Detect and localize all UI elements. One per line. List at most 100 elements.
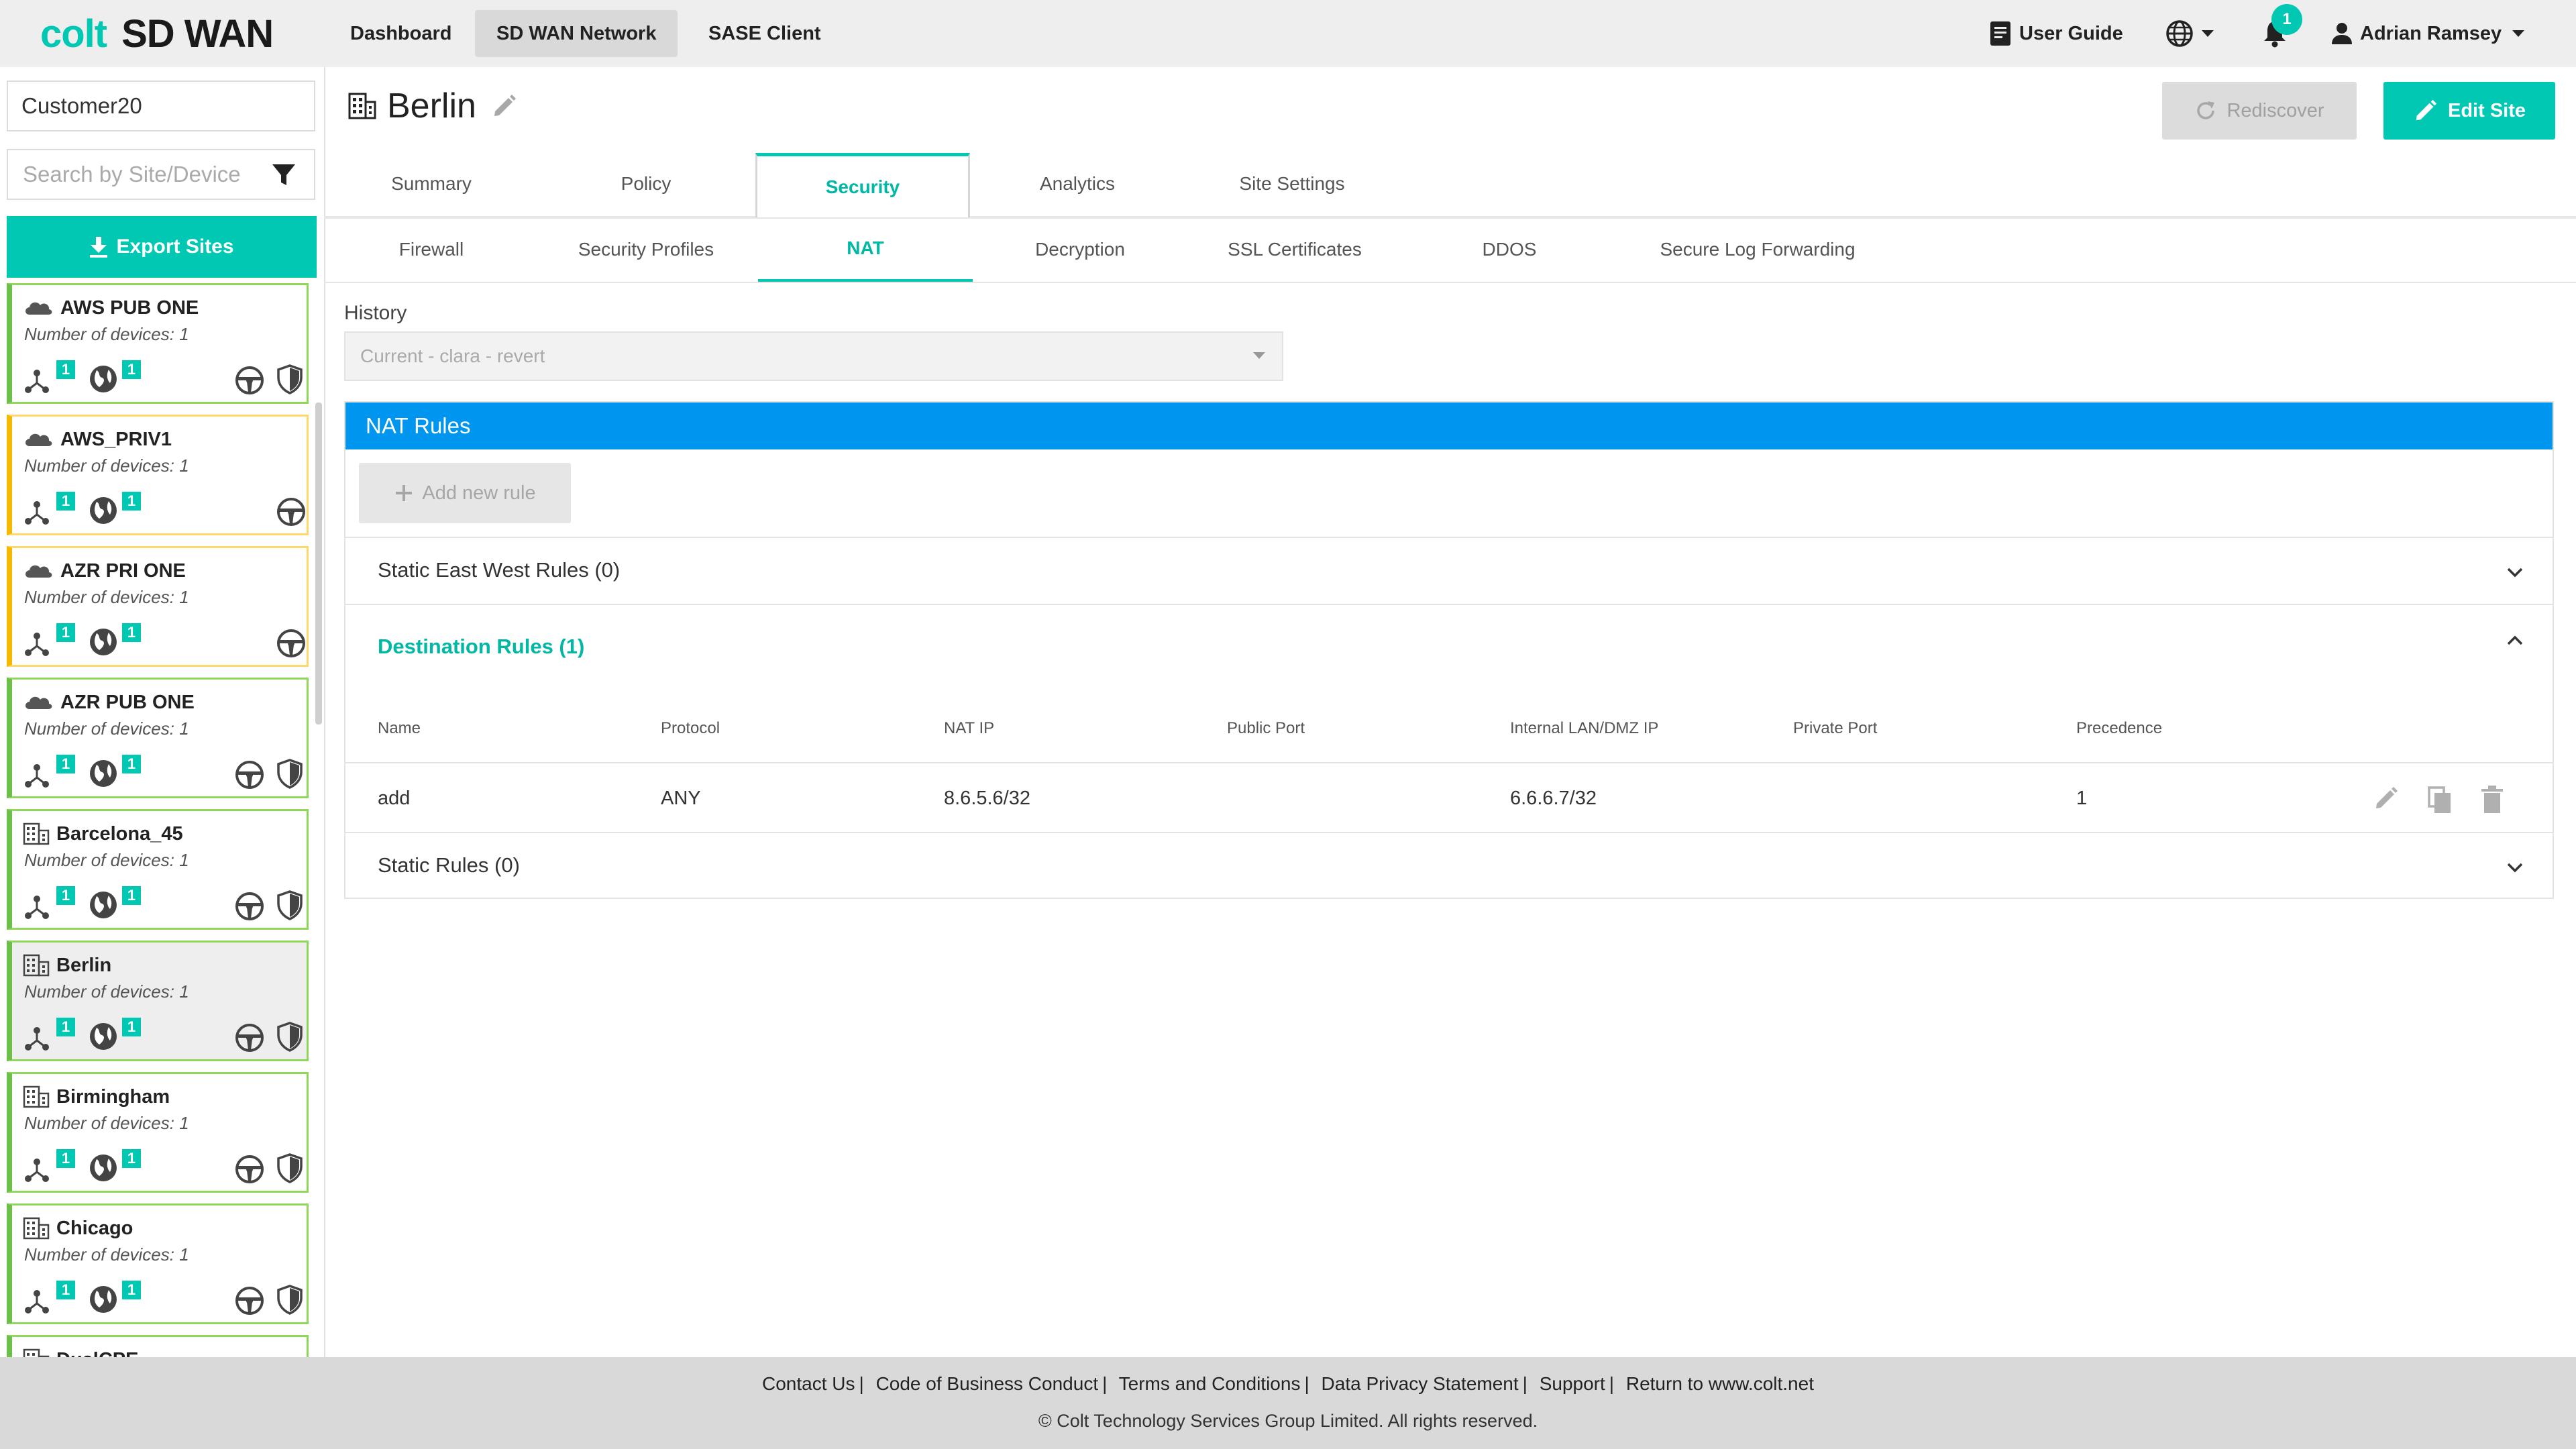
copy-rule-icon[interactable] [2426,785,2453,814]
user-icon [2332,23,2352,44]
subtab-decryption[interactable]: Decryption [973,217,1187,282]
add-new-rule-button[interactable]: Add new rule [359,463,571,523]
history-value: Current - clara - revert [360,345,545,366]
subtab-ddos[interactable]: DDOS [1402,217,1617,282]
internet-globe-icon [90,1155,117,1181]
nav-sd-wan-network[interactable]: SD WAN Network [475,10,678,57]
footer-link-code-of-conduct[interactable]: Code of Business Conduct [876,1373,1099,1394]
shield-icon[interactable] [276,364,303,395]
footer-links: Contact Us | Code of Business Conduct | Te… [762,1373,1814,1394]
wan-link-count: 1 [56,1018,75,1036]
pencil-icon[interactable] [491,93,518,119]
site-card[interactable]: Barcelona_45 Number of devices: 111 [7,809,309,930]
internet-link-count: 1 [122,1149,141,1168]
site-card[interactable]: AWS PUB ONE Number of devices: 111 [7,283,309,404]
wan-link-count: 1 [56,886,75,905]
subtab-firewall[interactable]: Firewall [324,217,539,282]
steering-wheel-icon[interactable] [235,1023,264,1053]
static-rules-section[interactable]: Static Rules (0) [345,832,2553,899]
footer-link-colt-net[interactable]: Return to www.colt.net [1626,1373,1814,1394]
user-menu[interactable]: Adrian Ramsey [2330,0,2526,67]
site-card[interactable]: AZR PRI ONE Number of devices: 111 [7,546,309,667]
internet-globe-icon [90,1023,117,1050]
user-guide-link[interactable]: User Guide [1988,0,2123,67]
book-icon [1990,21,2010,46]
site-card-title: DualCPE [23,1348,138,1357]
steering-wheel-icon[interactable] [235,366,264,395]
tab-summary[interactable]: Summary [324,152,539,216]
static-east-west-section[interactable]: Static East West Rules (0) [345,537,2553,604]
steering-wheel-icon[interactable] [276,629,306,658]
internet-link-count: 1 [122,1018,141,1036]
steering-wheel-icon[interactable] [235,1286,264,1316]
delete-rule-icon[interactable] [2480,785,2504,814]
internet-link-count: 1 [122,360,141,379]
top-nav-bar: colt SD WAN Dashboard SD WAN Network SAS… [0,0,2576,67]
subtab-security-profiles[interactable]: Security Profiles [539,217,753,282]
site-title-text: Berlin [387,87,476,125]
edit-site-button[interactable]: Edit Site [2383,82,2555,140]
shield-icon[interactable] [276,759,303,790]
notifications-count-badge: 1 [2271,4,2302,35]
site-device-count: Number of devices: 1 [24,587,189,607]
logo-product-text: SD WAN [121,11,274,56]
nav-sase-client[interactable]: SASE Client [687,10,843,57]
export-sites-button[interactable]: Export Sites [7,216,317,278]
caret-down-icon [1253,352,1265,359]
tab-security[interactable]: Security [755,153,970,217]
subtab-nat[interactable]: NAT [758,217,973,282]
chevron-down-icon[interactable] [2506,566,2524,578]
footer-link-privacy[interactable]: Data Privacy Statement [1322,1373,1519,1394]
footer-link-support[interactable]: Support [1540,1373,1605,1394]
site-card[interactable]: DualCPE [7,1335,309,1357]
chevron-down-icon[interactable] [2506,861,2524,873]
steering-wheel-icon[interactable] [276,497,306,527]
internet-globe-icon [90,497,117,524]
site-card[interactable]: Chicago Number of devices: 111 [7,1203,309,1324]
filter-icon[interactable] [271,162,297,188]
footer-link-contact-us[interactable]: Contact Us [762,1373,855,1394]
site-card[interactable]: AWS_PRIV1 Number of devices: 111 [7,415,309,535]
site-name: Birmingham [56,1085,170,1108]
internet-link-count: 1 [122,755,141,773]
colt-logo[interactable]: colt SD WAN [40,11,274,56]
logo-colt-text: colt [40,11,107,56]
steering-wheel-icon[interactable] [235,760,264,790]
steering-wheel-icon[interactable] [235,1155,264,1184]
subtab-ssl-certificates[interactable]: SSL Certificates [1187,217,1402,282]
tab-analytics[interactable]: Analytics [970,152,1185,216]
site-card[interactable]: Birmingham Number of devices: 111 [7,1072,309,1193]
site-card[interactable]: AZR PUB ONE Number of devices: 111 [7,678,309,798]
sidebar-scrollbar[interactable] [315,402,322,724]
site-search-input[interactable]: Search by Site/Device [7,149,315,200]
shield-icon[interactable] [276,1022,303,1053]
chevron-up-icon[interactable] [2506,635,2524,647]
edit-rule-icon[interactable] [2373,785,2400,812]
site-name: Barcelona_45 [56,822,183,845]
shield-icon[interactable] [276,1153,303,1184]
steering-wheel-icon[interactable] [235,892,264,921]
customer-selector[interactable]: Customer20 [7,80,315,131]
tab-site-settings[interactable]: Site Settings [1185,152,1399,216]
shield-icon[interactable] [276,890,303,921]
page-footer: Contact Us | Code of Business Conduct | Te… [0,1357,2576,1449]
nav-dashboard[interactable]: Dashboard [329,10,473,57]
shield-icon[interactable] [276,1285,303,1316]
cloud-icon [25,433,52,446]
column-header-private-port: Private Port [1793,719,1878,737]
subtab-secure-log-forwarding[interactable]: Secure Log Forwarding [1617,217,1898,282]
wan-link-count: 1 [56,623,75,642]
site-card-title: Berlin [23,953,111,977]
site-search-placeholder: Search by Site/Device [23,162,241,186]
wan-link-count: 1 [56,755,75,773]
network-icon [25,1290,49,1313]
language-selector[interactable] [2165,0,2215,67]
tab-policy[interactable]: Policy [539,152,753,216]
site-card[interactable]: Berlin Number of devices: 111 [7,941,309,1061]
wan-link-count: 1 [56,1281,75,1299]
rediscover-button[interactable]: Rediscover [2162,82,2357,140]
history-dropdown[interactable]: Current - clara - revert [344,331,1283,381]
footer-link-terms[interactable]: Terms and Conditions [1119,1373,1301,1394]
destination-rules-heading[interactable]: Destination Rules (1) [378,635,584,659]
rule-internal-ip: 6.6.6.7/32 [1510,788,1597,809]
